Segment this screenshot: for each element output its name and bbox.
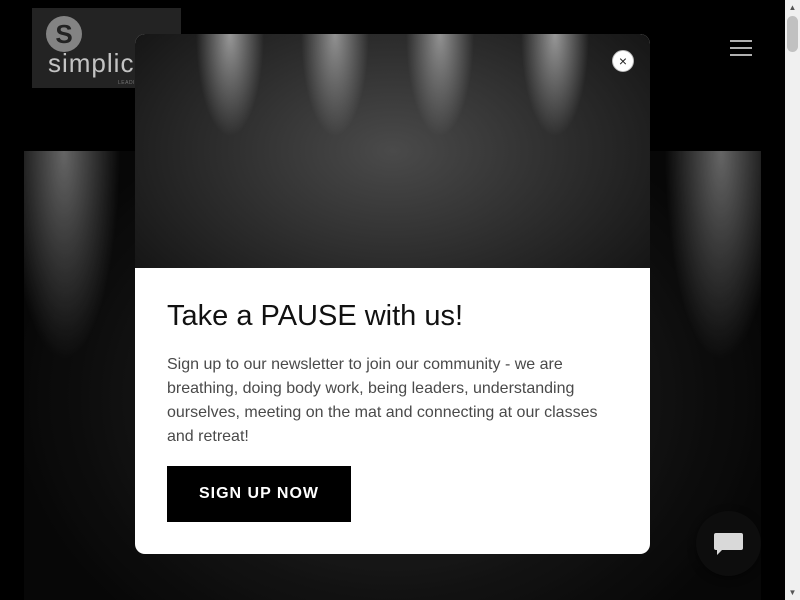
chat-bubble-icon bbox=[714, 533, 743, 555]
modal-description: Sign up to our newsletter to join our co… bbox=[167, 356, 598, 445]
close-button[interactable]: × bbox=[612, 50, 634, 72]
close-icon: × bbox=[618, 53, 628, 69]
modal-title: Take a PAUSE with us! bbox=[167, 300, 464, 332]
scroll-thumb[interactable] bbox=[787, 16, 798, 52]
chat-button[interactable] bbox=[696, 511, 761, 576]
newsletter-modal: × Take a PAUSE with us! Sign up to our n… bbox=[135, 34, 650, 554]
scroll-down-arrow-icon[interactable]: ▼ bbox=[785, 585, 800, 600]
scroll-up-arrow-icon[interactable]: ▲ bbox=[785, 0, 800, 15]
scrollbar[interactable]: ▲ ▼ bbox=[785, 0, 800, 600]
page: S simplic LEADING W × Take a PAUSE with … bbox=[0, 0, 785, 600]
sign-up-button[interactable]: SIGN UP NOW bbox=[167, 466, 351, 522]
modal-header-image bbox=[135, 34, 650, 268]
